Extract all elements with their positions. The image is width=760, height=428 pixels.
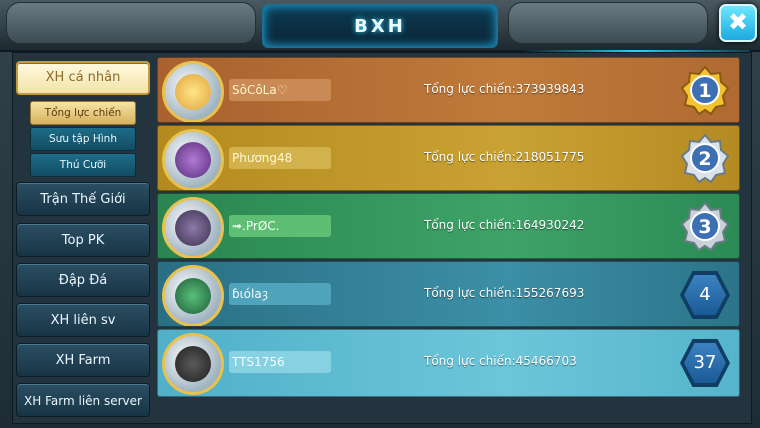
player-name: SôCôLa♡ (229, 79, 331, 101)
power-value: Tổng lực chiến:164930242 (424, 218, 585, 232)
rank-number: 1 (698, 80, 711, 102)
ranking-row[interactable]: SôCôLa♡ Tổng lực chiến:373939843 1 (157, 57, 740, 123)
tab-xh-farm[interactable]: XH Farm (16, 343, 150, 377)
ranking-row[interactable]: ɓιólaȝ Tổng lực chiến:155267693 4 (157, 261, 740, 327)
tab-xh-ca-nhan[interactable]: XH cá nhân (16, 61, 150, 95)
sub-tab-suu-tap-hinh[interactable]: Sưu tập Hình (30, 127, 136, 151)
rank-number: 3 (698, 216, 711, 238)
silver-medal-icon: 3 (680, 201, 730, 251)
avatar (162, 61, 224, 122)
rank-badge: 4 (680, 271, 730, 319)
close-button[interactable]: ✖ (719, 4, 757, 42)
player-name: Phương48 (229, 147, 331, 169)
player-name: TTS1756 (229, 351, 331, 373)
tab-xh-lien-sv[interactable]: XH liên sv (16, 303, 150, 337)
top-plate-left (6, 2, 256, 44)
rank-badge: 37 (680, 339, 730, 387)
rank-number: 2 (698, 148, 711, 170)
tab-xh-farm-lien-server[interactable]: XH Farm liên server (16, 383, 150, 417)
avatar (162, 129, 224, 190)
sub-tab-thu-cuoi[interactable]: Thú Cưỡi (30, 153, 136, 177)
sub-tab-tong-luc-chien[interactable]: Tổng lực chiến (30, 101, 136, 125)
rank-number: 37 (684, 343, 726, 383)
sidebar: XH cá nhân Tổng lực chiến Sưu tập Hình T… (16, 58, 150, 422)
avatar (162, 197, 224, 258)
ranking-row[interactable]: Phương48 Tổng lực chiến:218051775 2 (157, 125, 740, 191)
ranking-row[interactable]: ➟.PrØC. Tổng lực chiến:164930242 3 (157, 193, 740, 259)
rank-number: 4 (684, 275, 726, 315)
power-value: Tổng lực chiến:373939843 (424, 82, 585, 96)
tab-top-pk[interactable]: Top PK (16, 223, 150, 257)
tab-tran-the-gioi[interactable]: Trận Thế Giới (16, 182, 150, 216)
silver-medal-icon: 2 (680, 133, 730, 183)
top-plate-right (508, 2, 708, 44)
power-value: Tổng lực chiến:45466703 (424, 354, 577, 368)
gold-medal-icon: 1 (680, 65, 730, 115)
tab-dap-da[interactable]: Đập Đá (16, 263, 150, 297)
player-name: ɓιólaȝ (229, 283, 331, 305)
title-plate: BXH (262, 4, 498, 48)
power-value: Tổng lực chiến:155267693 (424, 286, 585, 300)
avatar (162, 333, 224, 395)
player-name: ➟.PrØC. (229, 215, 331, 237)
power-value: Tổng lực chiến:218051775 (424, 150, 585, 164)
avatar (162, 265, 224, 326)
page-title: BXH (354, 16, 406, 37)
ranking-row[interactable]: TTS1756 Tổng lực chiến:45466703 37 (157, 329, 740, 397)
